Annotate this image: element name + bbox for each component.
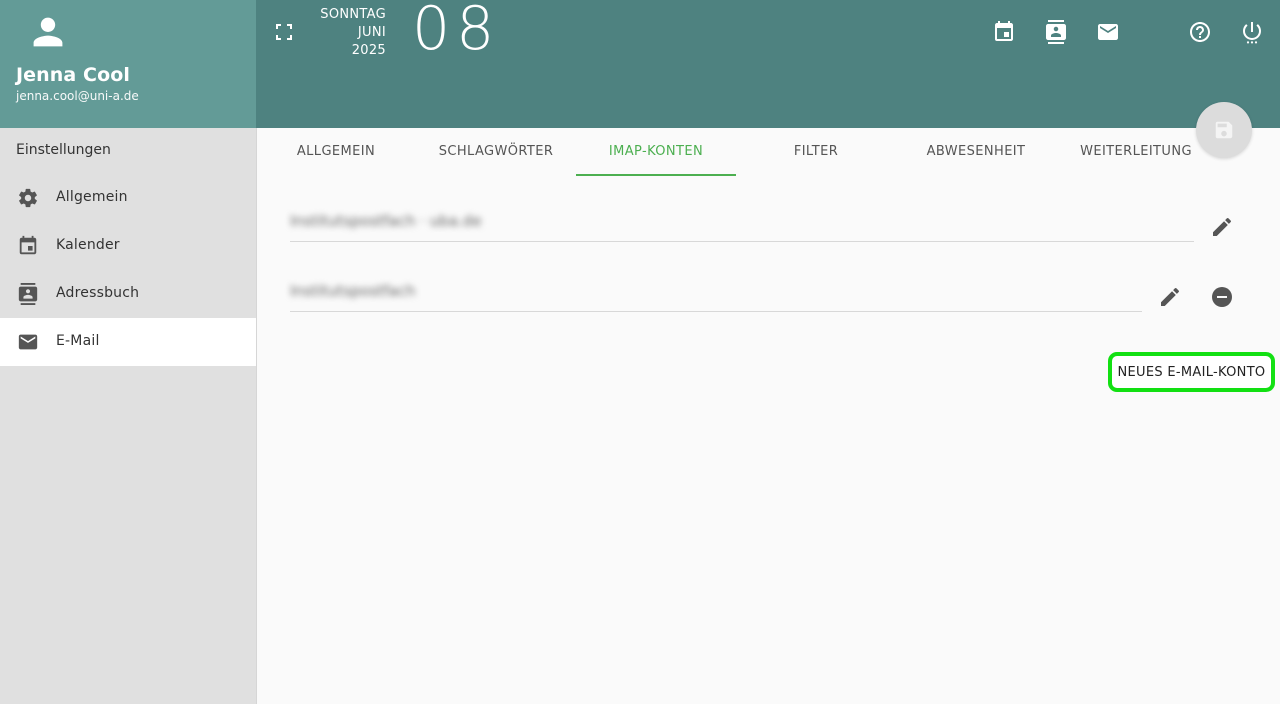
- date-year: 2025: [351, 43, 386, 58]
- date-weekday: SONNTAG: [320, 7, 386, 22]
- account-field[interactable]: Institutspostfach · uba.de: [290, 194, 1194, 242]
- help-icon[interactable]: [1188, 20, 1212, 44]
- edit-icon[interactable]: [1210, 215, 1234, 239]
- new-email-account-button[interactable]: NEUES E-MAIL-KONTO: [1108, 352, 1275, 392]
- header: SONNTAG JUNI 2025 08: [256, 0, 1280, 128]
- account-row: Institutspostfach · uba.de: [290, 194, 1250, 242]
- tab-imap-konten[interactable]: IMAP-KONTEN: [576, 128, 736, 176]
- date-day: 08: [412, 0, 501, 64]
- user-panel: Jenna Cool jenna.cool@uni-a.de: [0, 0, 256, 128]
- tab-schlagwoerter[interactable]: SCHLAGWÖRTER: [416, 128, 576, 176]
- sidebar-item-label: Allgemein: [56, 189, 128, 205]
- account-field[interactable]: Institutspostfach: [290, 264, 1142, 312]
- calendar-icon[interactable]: [992, 20, 1016, 44]
- sidebar-item-label: E-Mail: [56, 333, 100, 349]
- mail-icon[interactable]: [1096, 20, 1120, 44]
- date-month: JUNI: [357, 25, 386, 40]
- save-button[interactable]: [1196, 102, 1252, 158]
- remove-icon[interactable]: [1210, 285, 1234, 309]
- sidebar-item-adressbuch[interactable]: Adressbuch: [0, 270, 256, 318]
- tab-filter[interactable]: FILTER: [736, 128, 896, 176]
- user-name: Jenna Cool: [16, 64, 131, 86]
- fullscreen-icon[interactable]: [276, 24, 292, 40]
- date-block: SONNTAG JUNI 2025: [318, 6, 386, 60]
- tab-allgemein[interactable]: ALLGEMEIN: [256, 128, 416, 176]
- account-label: Institutspostfach · uba.de: [290, 212, 482, 230]
- sidebar: Jenna Cool jenna.cool@uni-a.de Einstellu…: [0, 0, 257, 704]
- account-row: Institutspostfach: [290, 264, 1250, 312]
- account-label: Institutspostfach: [290, 282, 416, 300]
- user-email: jenna.cool@uni-a.de: [16, 89, 139, 103]
- calendar-icon: [19, 235, 37, 255]
- sidebar-item-label: Kalender: [56, 237, 120, 253]
- mail-icon: [18, 334, 38, 350]
- edit-icon[interactable]: [1158, 285, 1182, 309]
- power-icon[interactable]: [1240, 20, 1264, 44]
- sidebar-item-allgemein[interactable]: Allgemein: [0, 174, 256, 222]
- sidebar-item-label: Adressbuch: [56, 285, 140, 301]
- tab-weiterleitung[interactable]: WEITERLEITUNG: [1056, 128, 1216, 176]
- tab-abwesenheit[interactable]: ABWESENHEIT: [896, 128, 1056, 176]
- sidebar-item-kalender[interactable]: Kalender: [0, 222, 256, 270]
- contacts-icon[interactable]: [1044, 20, 1068, 44]
- save-icon: [1215, 121, 1233, 139]
- sidebar-item-email[interactable]: E-Mail: [0, 318, 256, 366]
- contacts-icon: [18, 283, 38, 305]
- tab-bar: ALLGEMEIN SCHLAGWÖRTER IMAP-KONTEN FILTE…: [256, 128, 1280, 176]
- gear-icon: [19, 188, 37, 208]
- avatar-icon: [33, 17, 63, 47]
- settings-title: Einstellungen: [16, 142, 111, 158]
